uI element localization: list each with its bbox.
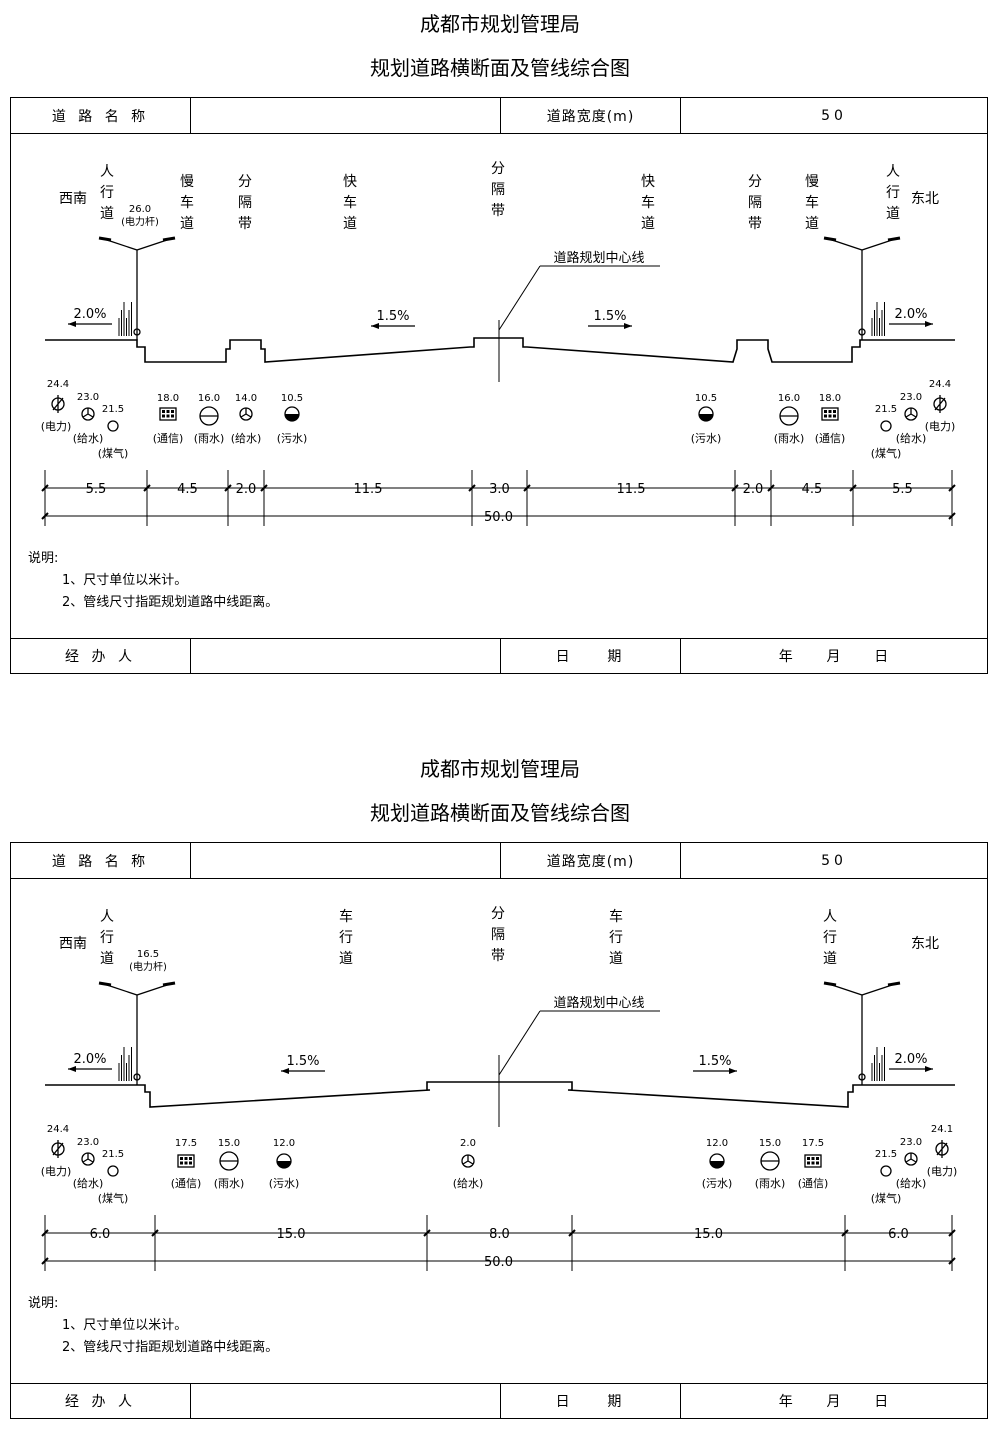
notes-title: 说明: [28,551,59,566]
notes-title: 说明: [28,1296,59,1311]
handler-value[interactable] [191,639,500,673]
date-value[interactable]: 年 月 日 [681,1384,987,1418]
note-item: 1、尺寸单位以米计。 [62,1318,188,1333]
note-item: 2、管线尺寸指距规划道路中线距离。 [62,1340,279,1355]
sheet-1: 成都市规划管理局 规划道路横断面及管线综合图 道 路 名 称 道路宽度(m) 5… [0,0,1000,700]
date-label: 日 期 [555,649,626,665]
road-name-label: 道 路 名 称 [51,853,150,870]
road-width-value[interactable]: 50 [681,843,987,878]
org-title: 成都市规划管理局 [420,757,580,781]
date-label: 日 期 [555,1394,626,1410]
road-width-label: 道路宽度(m) [546,853,635,870]
org-title: 成都市规划管理局 [420,12,580,36]
handler-label: 经 办 人 [65,649,136,665]
notes: 说明: 1、尺寸单位以米计。 2、管线尺寸指距规划道路中线距离。 [28,1293,278,1359]
road-name-value[interactable] [191,843,500,878]
note-item: 2、管线尺寸指距规划道路中线距离。 [62,595,279,610]
note-item: 1、尺寸单位以米计。 [62,573,188,588]
road-name-value[interactable] [191,98,500,133]
road-width-value[interactable]: 50 [681,98,987,133]
handler-label: 经 办 人 [65,1394,136,1410]
handler-value[interactable] [191,1384,500,1418]
drawing-title: 规划道路横断面及管线综合图 [370,801,630,825]
notes: 说明: 1、尺寸单位以米计。 2、管线尺寸指距规划道路中线距离。 [28,548,278,614]
road-width-label: 道路宽度(m) [546,108,635,125]
sheet-2: 成都市规划管理局 规划道路横断面及管线综合图 道 路 名 称 道路宽度(m) 5… [0,745,1000,1445]
drawing-title: 规划道路横断面及管线综合图 [370,56,630,80]
date-value[interactable]: 年 月 日 [681,639,987,673]
road-name-label: 道 路 名 称 [51,108,150,125]
